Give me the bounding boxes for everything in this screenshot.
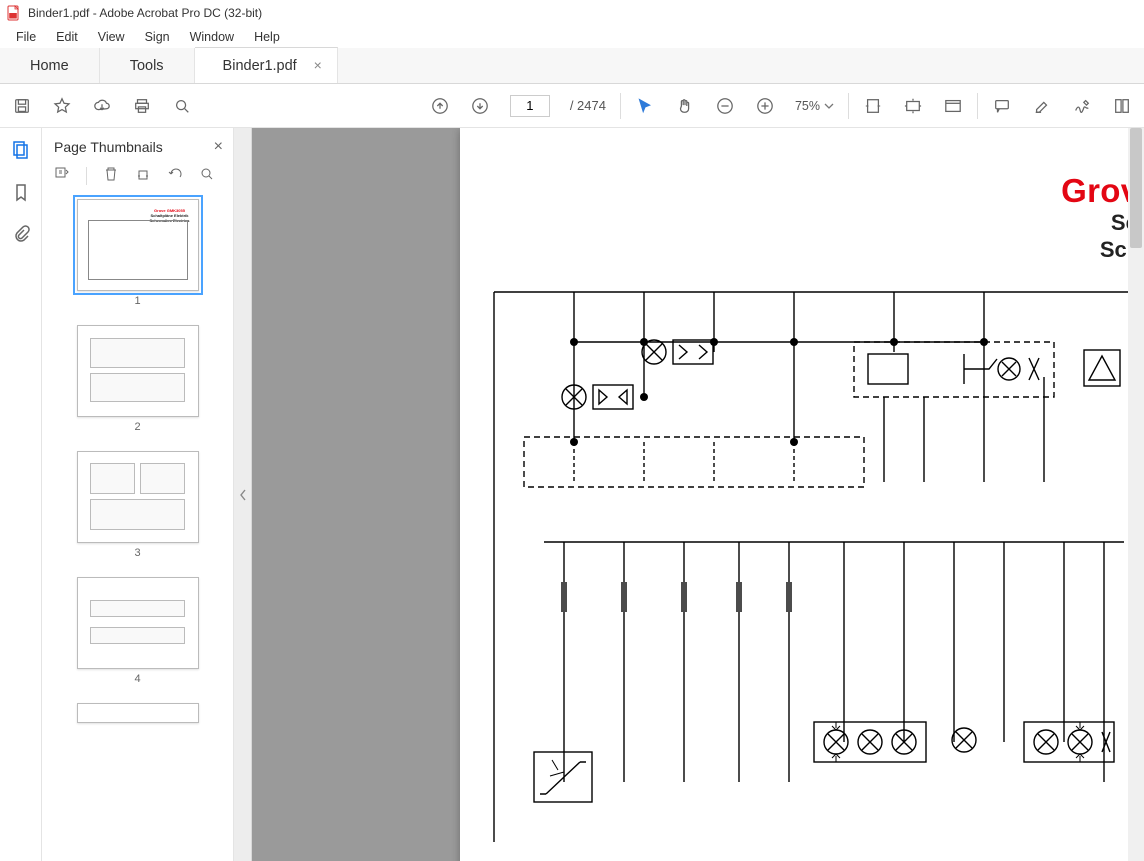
thumbnail-label: 4: [50, 673, 225, 685]
zoom-out-icon[interactable]: [715, 96, 735, 116]
fit-page-icon[interactable]: [903, 96, 923, 116]
thumbnails-list[interactable]: Grove GMK3055Schaltpläne ElektrikSchemat…: [42, 195, 233, 861]
bookmarks-rail-icon[interactable]: [11, 182, 31, 202]
delete-page-icon[interactable]: [103, 166, 119, 185]
menu-sign[interactable]: Sign: [137, 28, 178, 46]
collapse-panel-handle[interactable]: [234, 128, 252, 861]
separator: [620, 93, 621, 119]
menu-view[interactable]: View: [90, 28, 133, 46]
page-up-icon[interactable]: [430, 96, 450, 116]
thumbnail-2[interactable]: 2: [50, 325, 225, 433]
rotate-page-icon[interactable]: [135, 166, 151, 185]
menu-file[interactable]: File: [8, 28, 44, 46]
tab-document[interactable]: Binder1.pdf ×: [195, 47, 338, 83]
sign-tool-icon[interactable]: [1072, 96, 1092, 116]
page-1: Grove GMK3055 Schaltpläne Elektrik Schem…: [460, 128, 1144, 861]
pdf-icon: [6, 5, 22, 21]
zoom-value: 75%: [795, 99, 820, 113]
vertical-scrollbar[interactable]: [1128, 128, 1144, 861]
menu-window[interactable]: Window: [182, 28, 242, 46]
undo-thumb-icon[interactable]: [167, 166, 183, 185]
select-tool-icon[interactable]: [635, 96, 655, 116]
thumbnail-3[interactable]: 3: [50, 451, 225, 559]
nav-rail: [0, 128, 42, 861]
star-icon[interactable]: [52, 96, 72, 116]
document-title-block: Grove GMK3055 Schaltpläne Elektrik Schem…: [470, 172, 1144, 264]
scrollbar-thumb[interactable]: [1130, 128, 1142, 248]
window-title-bar: Binder1.pdf - Adobe Acrobat Pro DC (32-b…: [0, 0, 1144, 26]
document-subtitle-2: Schematics Electrics: [470, 237, 1144, 264]
fit-width-icon[interactable]: [863, 96, 883, 116]
thumbnails-panel: Page Thumbnails × Grove GMK3055Schaltplä…: [42, 128, 234, 861]
thumb-options-icon[interactable]: [54, 166, 70, 185]
thumbnail-1[interactable]: Grove GMK3055Schaltpläne ElektrikSchemat…: [50, 199, 225, 307]
window-title: Binder1.pdf - Adobe Acrobat Pro DC (32-b…: [28, 6, 262, 20]
document-subtitle-1: Schaltpläne Elektrik: [470, 210, 1144, 237]
menu-bar: File Edit View Sign Window Help: [0, 26, 1144, 48]
page-total-label: / 2474: [570, 98, 606, 113]
highlight-icon[interactable]: [1032, 96, 1052, 116]
thumbnails-panel-title: Page Thumbnails: [54, 139, 163, 155]
thumbnail-label: 1: [50, 295, 225, 307]
thumbnails-toolbar: [42, 162, 233, 195]
thumb-zoom-icon[interactable]: [199, 166, 215, 185]
tab-tools[interactable]: Tools: [100, 48, 195, 83]
separator: [977, 93, 978, 119]
search-icon[interactable]: [172, 96, 192, 116]
menu-help[interactable]: Help: [246, 28, 288, 46]
page-number-input[interactable]: [510, 95, 550, 117]
schematic-drawing: [484, 282, 1144, 845]
document-viewport[interactable]: Grove GMK3055 Schaltpläne Elektrik Schem…: [252, 128, 1144, 861]
document-main-title: Grove GMK3055: [470, 172, 1144, 210]
comment-icon[interactable]: [992, 96, 1012, 116]
save-icon[interactable]: [12, 96, 32, 116]
read-mode-icon[interactable]: [943, 96, 963, 116]
hand-tool-icon[interactable]: [675, 96, 695, 116]
main-area: Page Thumbnails × Grove GMK3055Schaltplä…: [0, 128, 1144, 861]
thumbnails-rail-icon[interactable]: [11, 140, 31, 160]
tab-home[interactable]: Home: [0, 48, 100, 83]
page-down-icon[interactable]: [470, 96, 490, 116]
toolbar: / 2474 75%: [0, 84, 1144, 128]
separator: [848, 93, 849, 119]
zoom-in-icon[interactable]: [755, 96, 775, 116]
close-tab-icon[interactable]: ×: [311, 58, 325, 72]
tab-document-label: Binder1.pdf: [223, 58, 297, 74]
close-panel-icon[interactable]: ×: [214, 138, 223, 156]
attachments-rail-icon[interactable]: [11, 224, 31, 244]
thumbnail-label: 3: [50, 547, 225, 559]
thumbnail-label: 2: [50, 421, 225, 433]
more-tools-icon[interactable]: [1112, 96, 1132, 116]
tab-bar: Home Tools Binder1.pdf ×: [0, 48, 1144, 84]
menu-edit[interactable]: Edit: [48, 28, 86, 46]
cloud-icon[interactable]: [92, 96, 112, 116]
thumbnail-4[interactable]: 4: [50, 577, 225, 685]
print-icon[interactable]: [132, 96, 152, 116]
thumbnail-5[interactable]: [50, 703, 225, 723]
zoom-dropdown[interactable]: 75%: [795, 99, 834, 113]
